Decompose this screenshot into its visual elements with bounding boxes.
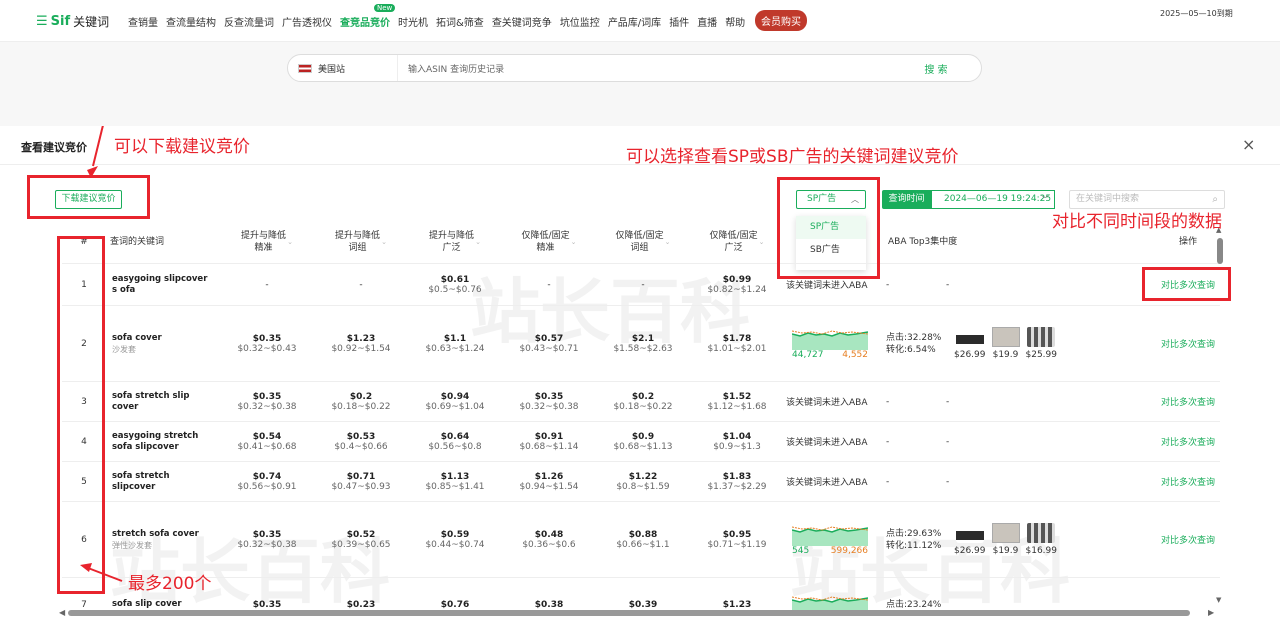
top-navbar: ☰ Sif 关键词 查销量 查流量结构 反查流量词 广告透视仪 查竞品竞价 Ne… xyxy=(0,0,1280,42)
nav-item-reverse-keywords[interactable]: 反查流量词 xyxy=(224,14,274,29)
asin-search-bar: 美国站 输入ASIN 查询历史记录 搜 索 xyxy=(287,54,982,82)
arrow-head xyxy=(80,563,92,572)
bid-suggestion-modal: 查看建议竞价 × 下载建议竞价 SP广告 ︿ SP广告 SB广告 查询时间 20… xyxy=(0,126,1280,631)
new-badge: New xyxy=(374,4,396,12)
search-button[interactable]: 搜 索 xyxy=(891,61,981,76)
nav-item-keyword-expand[interactable]: 拓词&筛查 xyxy=(436,14,484,29)
scroll-up-icon[interactable]: ▲ xyxy=(1216,226,1221,234)
annotation-arrows xyxy=(80,126,123,582)
us-flag-icon xyxy=(298,63,312,73)
nav-item-time-machine[interactable]: 时光机 xyxy=(398,14,428,29)
annotation-arrow xyxy=(92,126,104,167)
horizontal-scrollbar[interactable] xyxy=(68,610,1190,616)
asin-search-input[interactable]: 输入ASIN 查询历史记录 xyxy=(398,62,891,75)
nav-item-live[interactable]: 直播 xyxy=(697,14,717,29)
account-expiry[interactable]: 2025—05—10到期 xyxy=(1160,8,1233,19)
nav-item-position-monitor[interactable]: 坑位监控 xyxy=(560,14,600,29)
scroll-left-icon[interactable]: ◀ xyxy=(59,608,65,617)
nav-item-competitor-bid[interactable]: 查竞品竞价 New xyxy=(340,4,396,29)
site-label: 美国站 xyxy=(318,64,346,75)
nav-item-plugin[interactable]: 插件 xyxy=(669,14,689,29)
nav-menu: 查销量 查流量结构 反查流量词 广告透视仪 查竞品竞价 New 时光机 拓词&筛… xyxy=(128,4,753,29)
nav-item-competitor-bid-label: 查竞品竞价 xyxy=(340,18,390,29)
logo-brand: Sif xyxy=(50,14,71,29)
logo-text: 关键词 xyxy=(73,15,110,29)
nav-item-traffic-structure[interactable]: 查流量结构 xyxy=(166,14,216,29)
nav-item-sales[interactable]: 查销量 xyxy=(128,14,158,29)
arrow-head xyxy=(87,166,98,178)
scroll-right-icon[interactable]: ▶ xyxy=(1208,608,1214,617)
logo[interactable]: ☰ Sif 关键词 xyxy=(36,13,109,30)
nav-item-ad-insight[interactable]: 广告透视仪 xyxy=(282,14,332,29)
page: { "nav": { "logo_mark": "☰", "logo_brand… xyxy=(0,0,1280,631)
vip-purchase-button[interactable]: 会员购买 xyxy=(755,10,807,31)
menu-icon: ☰ xyxy=(36,14,48,29)
nav-item-product-library[interactable]: 产品库/词库 xyxy=(608,14,661,29)
annotation-arrow xyxy=(87,567,123,582)
vertical-scrollbar[interactable] xyxy=(1217,238,1223,264)
nav-item-help[interactable]: 帮助 xyxy=(725,14,745,29)
nav-item-keyword-competition[interactable]: 查关键词竞争 xyxy=(492,14,552,29)
expiry-date: 2025—05—10到期 xyxy=(1160,9,1233,18)
site-selector[interactable]: 美国站 xyxy=(288,55,398,81)
scroll-down-icon[interactable]: ▼ xyxy=(1216,596,1221,604)
